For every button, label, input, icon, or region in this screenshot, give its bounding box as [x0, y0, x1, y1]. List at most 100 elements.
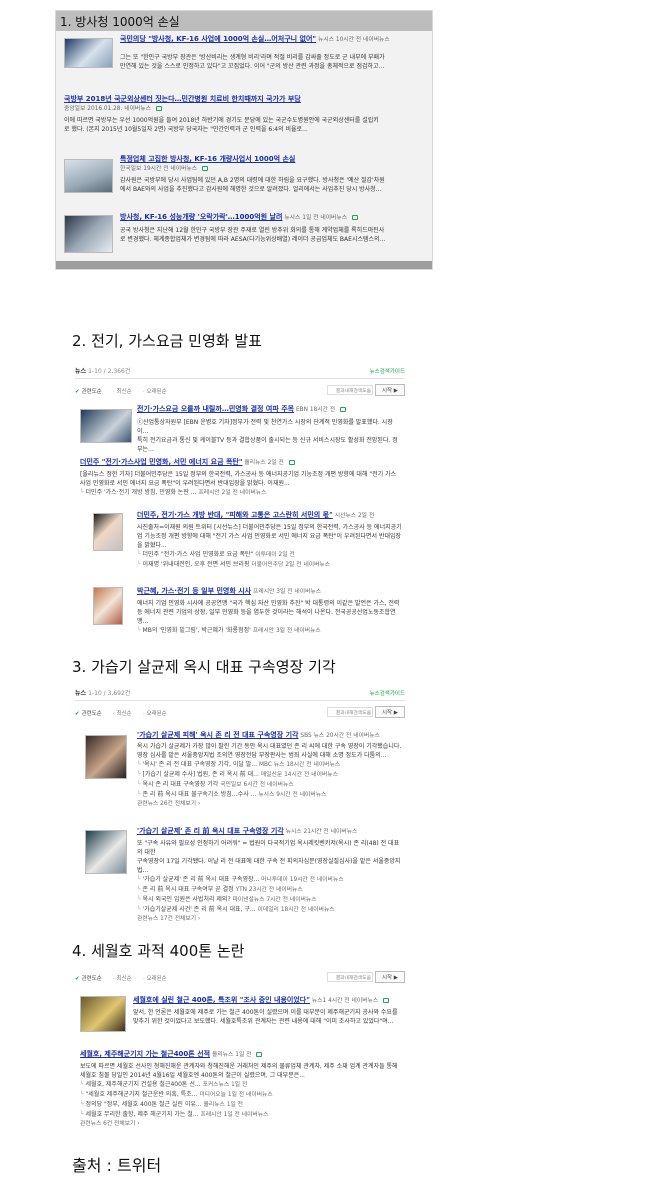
related-news-item[interactable]: └ "세월호 제주해군기지 철근운반 의혹, 특조... 미디어오늘 1일 전 …	[80, 1090, 405, 1100]
external-link-icon[interactable]	[256, 1052, 263, 1057]
related-news-item[interactable]: └ 존 리 前 옥시 대표 불구속기소 방침…수사 ... 뉴시스 9시간 전 …	[137, 790, 403, 800]
result-search-input[interactable]: 결과내재검색도움	[327, 972, 373, 982]
naver-news-link[interactable]: 네이버뉴스	[320, 215, 347, 221]
related-news-more-link[interactable]: 관련뉴스 26건 전체보기 ›	[137, 800, 403, 809]
sort-relevance[interactable]: ✔ 관련도순	[75, 388, 102, 397]
news-thumbnail[interactable]	[93, 513, 123, 551]
sort-relevance[interactable]: ✔ 관련도순	[75, 710, 102, 719]
external-link-icon[interactable]	[288, 460, 295, 465]
sort-oldest[interactable]: · 오래된순	[143, 710, 167, 719]
news-title-link[interactable]: 국민의당 "방사청, KF-16 사업에 1000억 손실…어처구니 없어"	[120, 35, 316, 43]
news-snippet: 세월호 침몰 당일인 2014년 4월16일 세월호엔 400톤의 철근이 실렸…	[80, 1072, 305, 1079]
news-title-link[interactable]: 방사청, KF-16 성능개량 '오락가락'…1000억원 날려	[120, 213, 282, 221]
news-item: 세월호, 제주해군기지 가는 철근400톤 선적 올리뉴스 1일 전 보도에 따…	[80, 1050, 405, 1129]
related-news-item[interactable]: └ 더민주 "전기·가스 사업 민영화로 요금 폭탄" 이투데이 2일 전	[137, 550, 403, 560]
search-start-button[interactable]: 시작 ▶	[375, 706, 405, 718]
sort-latest[interactable]: · 최신순	[113, 975, 132, 984]
naver-news-link[interactable]: 네이버뉴스	[294, 589, 321, 595]
news-snippet: 이에 따르면 국방부는 우선 1000억원을 들여 2018년 하반기에 경기도…	[64, 117, 379, 124]
news-time: 1일 전	[235, 1052, 252, 1058]
news-guide-link[interactable]: 뉴스검색가이드	[370, 690, 405, 699]
news-time: 4시간 전	[328, 998, 350, 1004]
source-credit: 출처 : 트위터	[72, 1156, 162, 1175]
sort-oldest[interactable]: · 오래된순	[143, 388, 167, 397]
news-source: 뉴스1	[311, 998, 327, 1004]
news-title-link[interactable]: 더민주 "전기·가스사업 민영화, 서민 에너지 요금 폭탄"	[80, 458, 242, 466]
external-link-icon[interactable]	[202, 166, 208, 171]
related-news-item[interactable]: └ [가습기 살균제 수사] 법원, 존 리 옥시 前 대... 매일신문 14…	[137, 770, 403, 780]
sort-oldest[interactable]: · 오래된순	[143, 975, 167, 984]
sort-latest[interactable]: · 최신순	[113, 388, 132, 397]
related-news-item[interactable]: └ 더민주 '가스·전기 개방 방침, 민영화 논란 ... 프레시안 2일 전…	[80, 488, 405, 498]
news-thumbnail[interactable]	[64, 38, 113, 68]
news-source: 중앙일보	[64, 106, 86, 112]
news-thumbnail[interactable]	[93, 587, 123, 625]
section-3-title: 3. 가습기 살균제 옥시 대표 구속영장 기각	[72, 658, 336, 676]
sort-filter-row: ✔ 관련도순 · 최신순 · 오래된순 결과내재검색도움 시작 ▶	[75, 970, 405, 988]
naver-news-link[interactable]: 네이버뉴스	[170, 166, 197, 172]
search-start-button[interactable]: 시작 ▶	[375, 971, 405, 983]
news-title-link[interactable]: 세월호, 제주해군기지 가는 철근400톤 선적	[80, 1050, 210, 1058]
section-3-panel: 뉴스 1-10 / 3,692건 뉴스검색가이드 ✔ 관련도순 · 최신순 · 오…	[75, 687, 405, 922]
news-thumbnail[interactable]	[64, 215, 113, 253]
news-item: 특정업체 고집한 방사청, KF-16 개량사업서 1000억 손실 한국일보 …	[120, 155, 428, 194]
news-title-link[interactable]: 박근혜, 가스·전기 등 일부 민영화 시사	[137, 587, 251, 595]
result-search-input[interactable]: 결과내재검색도움	[327, 707, 373, 717]
news-snippet: 특히 전기요금과 통신 및 케이블TV 등과 결합상품이 출시되는 등 신규 서…	[137, 437, 398, 453]
related-news-item[interactable]: └ '옥시' 존 리 전 대표 구속영장 기각, 이달 말... MBC 뉴스 …	[137, 760, 403, 770]
result-count: 1-10 / 3,692건	[88, 690, 131, 697]
result-search-input[interactable]: 결과내재검색도움	[327, 385, 373, 395]
news-title-link[interactable]: 세월호에 실린 철근 400톤, 특조위 "조사 중인 내용이었다"	[133, 996, 310, 1004]
news-snippet: 만연해 있는 것을 스스로 인정하고 있다"고 꼬집었다. 이어 "군의 방산 …	[120, 63, 385, 70]
news-thumbnail[interactable]	[64, 159, 113, 193]
news-title-link[interactable]: 전기·가스요금 오를까 내릴까…민영화 결정 여파 주목	[137, 405, 294, 413]
search-start-button[interactable]: 시작 ▶	[375, 384, 405, 396]
related-news-item[interactable]: └ 세월호, 제주해군기지 건설용 철근400톤 선... 포커스뉴스 1일 전	[80, 1080, 405, 1090]
news-tab-label[interactable]: 뉴스 1-10 / 2,366건	[75, 368, 130, 377]
related-news-more-link[interactable]: 관련뉴스 6건 전체보기 ›	[80, 1120, 405, 1129]
naver-news-link[interactable]: 네이버뉴스	[352, 998, 379, 1004]
naver-news-link[interactable]: 네이버뉴스	[353, 733, 380, 739]
related-news-item[interactable]: └ 옥시 존 리 대표 구속영장 기각 국민일보 6시간 전 네이버뉴스	[137, 780, 403, 790]
external-link-icon[interactable]	[351, 215, 358, 220]
related-news-item[interactable]: └ '가습기 살균제' 존 리 前 옥시 대표 구속영장... 머니투데이 19…	[137, 875, 403, 885]
news-title-link[interactable]: 특정업체 고집한 방사청, KF-16 개량사업서 1000억 손실	[120, 155, 295, 163]
naver-news-link[interactable]: 네이버뉴스	[331, 829, 358, 835]
news-thumbnail[interactable]	[85, 830, 127, 874]
news-title-link[interactable]: '가습기 살균제 피해' 옥시 존 리 전 대표 구속영장 기각	[137, 731, 298, 739]
related-news-item[interactable]: └ 정의당 "정부, 세월호 400톤 철근 실린 이유... 올리뉴스 1일 …	[80, 1100, 405, 1110]
related-news-item[interactable]: └ 옥시 외국인 임원은 사법처리 제외? 파이낸셜뉴스 7시간 전 네이버뉴스	[137, 895, 403, 905]
news-tab-label[interactable]: 뉴스 1-10 / 3,692건	[75, 690, 130, 699]
sort-latest[interactable]: · 최신순	[113, 710, 132, 719]
section-4-panel: ✔ 관련도순 · 최신순 · 오래된순 결과내재검색도움 시작 ▶ 세월호에 실린…	[75, 970, 405, 1127]
news-snippet: 로 변경했다. 체계종합업체가 변경됨에 따라 AESA(다기능위상배열) 레이…	[120, 236, 386, 243]
section-1-title: 1. 방사청 1000억 손실	[56, 11, 432, 31]
sort-relevance[interactable]: ✔ 관련도순	[75, 975, 102, 984]
news-item: 박근혜, 가스·전기 등 일부 민영화 시사 프레시안 3일 전 네이버뉴스 에…	[137, 587, 403, 636]
related-news-item[interactable]: └ 세월호 무리한 출항, 제주 해군기지 가는 철... 프레시안 1일 전 …	[80, 1110, 405, 1120]
news-title-link[interactable]: '가습기 살균제' 존 리 前 옥시 대표 구속영장 기각	[137, 827, 284, 835]
news-thumbnail[interactable]	[80, 409, 132, 443]
sort-filter-row: ✔ 관련도순 · 최신순 · 오래된순 결과내재검색도움 시작 ▶	[75, 383, 405, 401]
news-thumbnail[interactable]	[85, 735, 127, 779]
related-news-item[interactable]: └ 이재명 '위내대전인, 오후 전면 서민 브리핑 더불어민주당 2일 전 네…	[137, 560, 403, 570]
news-item: 전기·가스요금 오를까 내릴까…민영화 결정 여파 주목 EBN 18시간 전 …	[137, 405, 403, 454]
news-item: '가습기 살균제' 존 리 前 옥시 대표 구속영장 기각 뉴시스 21시간 전…	[137, 827, 403, 924]
news-thumbnail[interactable]	[80, 996, 126, 1032]
external-link-icon[interactable]	[340, 407, 347, 412]
news-snippet: 법...	[137, 867, 149, 874]
naver-news-link[interactable]: 네이버뉴스	[124, 106, 151, 112]
related-news-item[interactable]: └ '가습기살균제 사건' 존 리 前 옥시 대표, 구... 이데일리 18시…	[137, 905, 403, 915]
related-news-item[interactable]: └ 존 리 前 옥시 대표 구속여부 곧 결정 YTN 23시간 전 네이버뉴스	[137, 885, 403, 895]
news-source: 뉴시스	[285, 829, 302, 835]
external-link-icon[interactable]	[383, 998, 390, 1003]
news-guide-link[interactable]: 뉴스검색가이드	[370, 368, 405, 377]
related-news-more-link[interactable]: 관련뉴스 17건 전체보기 ›	[137, 915, 403, 924]
naver-news-link[interactable]: 네이버뉴스	[363, 37, 390, 43]
news-time: 20시간 전	[326, 733, 352, 739]
related-news-item[interactable]: └ MB의 '민영화 밑그림', 박근혜가 '화룡점정' 프레시안 3일 전 네…	[137, 626, 403, 636]
section-2-title: 2. 전기, 가스요금 민영화 발표	[72, 332, 262, 350]
news-title-link[interactable]: 국방부 2018년 국군외상센터 짓는다…민간병원 치료비 한치때까지 국가가 …	[64, 95, 301, 103]
news-title-link[interactable]: 더민주, 전기·가스 개방 반대, "피해와 고통은 고스란히 서민의 몫"	[137, 511, 333, 519]
external-link-icon[interactable]	[155, 106, 162, 111]
